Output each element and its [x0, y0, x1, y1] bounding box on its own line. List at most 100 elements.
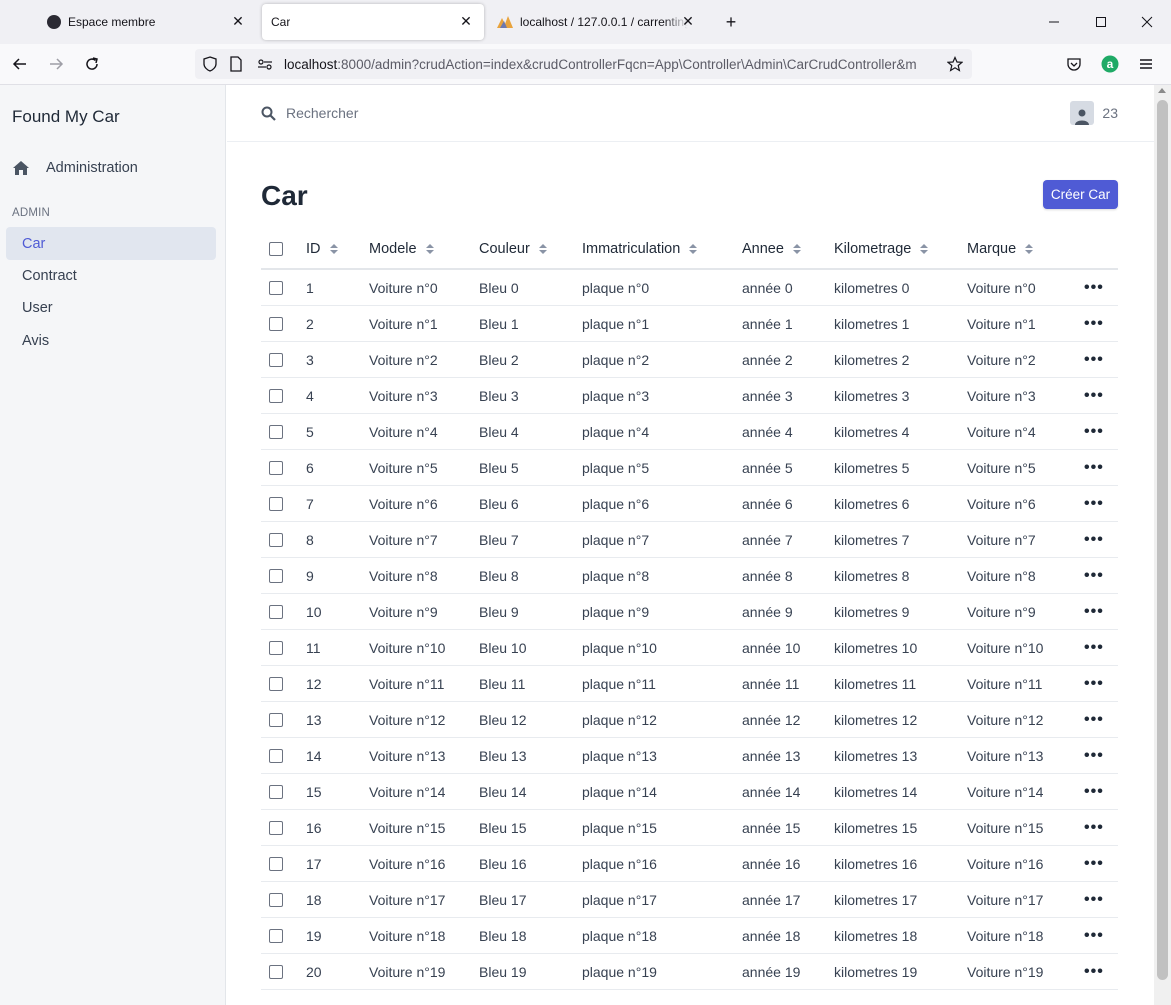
more-horizontal-icon[interactable]: •••	[1084, 594, 1104, 629]
row-checkbox[interactable]	[269, 738, 283, 773]
sidebar-item-administration[interactable]: Administration	[12, 160, 138, 176]
cell-annee: année 2	[742, 351, 793, 368]
row-checkbox[interactable]	[269, 306, 283, 341]
tab-close-icon[interactable]: ✕	[458, 13, 474, 30]
more-horizontal-icon[interactable]: •••	[1084, 882, 1104, 917]
tab-close-icon[interactable]: ✕	[680, 13, 696, 30]
row-checkbox[interactable]	[269, 882, 283, 917]
column-header-kilometrage[interactable]: Kilometrage	[834, 230, 929, 268]
more-horizontal-icon[interactable]: •••	[1084, 558, 1104, 593]
shield-icon[interactable]	[202, 56, 218, 72]
row-checkbox[interactable]	[269, 666, 283, 701]
table-row: 2 Voiture n°1 Bleu 1 plaque n°1 année 1 kilom…	[261, 306, 1118, 342]
more-horizontal-icon[interactable]: •••	[1084, 306, 1104, 341]
content-topbar: Rechercher 23	[227, 85, 1154, 142]
more-horizontal-icon[interactable]: •••	[1084, 702, 1104, 737]
window-maximize-icon[interactable]	[1089, 10, 1113, 34]
more-horizontal-icon[interactable]: •••	[1084, 846, 1104, 881]
more-horizontal-icon[interactable]: •••	[1084, 810, 1104, 845]
column-header-marque[interactable]: Marque	[967, 230, 1034, 268]
sidebar-item-label: User	[22, 299, 53, 316]
sidebar-item-avis[interactable]: Avis	[6, 324, 216, 357]
sidebar-item-car[interactable]: Car	[6, 227, 216, 260]
row-checkbox[interactable]	[269, 558, 283, 593]
reload-icon[interactable]	[80, 52, 104, 76]
window-minimize-icon[interactable]	[1042, 10, 1066, 34]
pocket-icon[interactable]	[1062, 52, 1086, 76]
extension-icon[interactable]: a	[1098, 52, 1122, 76]
create-car-button[interactable]: Créer Car	[1043, 180, 1118, 209]
back-arrow-icon[interactable]	[8, 52, 32, 76]
cell-immatriculation: plaque n°13	[582, 747, 657, 764]
browser-tab[interactable]: localhost / 127.0.0.1 / carrenting ✕	[492, 4, 706, 40]
browser-tab[interactable]: Espace membre ✕	[38, 4, 256, 40]
search-field[interactable]: Rechercher	[261, 105, 358, 121]
cell-immatriculation: plaque n°18	[582, 927, 657, 944]
new-tab-plus-icon[interactable]: +	[721, 12, 741, 32]
cell-marque: Voiture n°0	[967, 279, 1036, 296]
row-checkbox[interactable]	[269, 486, 283, 521]
more-horizontal-icon[interactable]: •••	[1084, 918, 1104, 953]
permissions-icon[interactable]	[257, 56, 273, 72]
more-horizontal-icon[interactable]: •••	[1084, 450, 1104, 485]
column-header-id[interactable]: ID	[306, 230, 338, 268]
more-horizontal-icon[interactable]: •••	[1084, 954, 1104, 989]
cell-annee: année 1	[742, 315, 793, 332]
more-horizontal-icon[interactable]: •••	[1084, 486, 1104, 521]
more-horizontal-icon[interactable]: •••	[1084, 522, 1104, 557]
url-text[interactable]: localhost:8000/admin?crudAction=index&cr…	[284, 57, 939, 72]
cell-id: 11	[306, 639, 321, 656]
page-scrollbar[interactable]	[1154, 85, 1171, 1005]
row-checkbox[interactable]	[269, 594, 283, 629]
row-checkbox[interactable]	[269, 810, 283, 845]
search-input[interactable]: Rechercher	[286, 105, 358, 121]
row-checkbox[interactable]	[269, 630, 283, 665]
row-checkbox[interactable]	[269, 378, 283, 413]
cell-couleur: Bleu 1	[479, 315, 519, 332]
sidebar-item-contract[interactable]: Contract	[6, 259, 216, 292]
brand-title[interactable]: Found My Car	[12, 107, 120, 127]
row-checkbox[interactable]	[269, 918, 283, 953]
row-checkbox[interactable]	[269, 342, 283, 377]
scroll-up-arrow-icon[interactable]	[1158, 88, 1166, 93]
sidebar-item-user[interactable]: User	[6, 291, 216, 324]
cell-kilometrage: kilometres 18	[834, 927, 918, 944]
more-horizontal-icon[interactable]: •••	[1084, 774, 1104, 809]
column-header-annee[interactable]: Annee	[742, 230, 801, 268]
window-close-icon[interactable]	[1135, 10, 1159, 34]
scrollbar-thumb[interactable]	[1157, 100, 1168, 980]
cell-id: 17	[306, 855, 322, 872]
row-checkbox[interactable]	[269, 954, 283, 989]
row-checkbox[interactable]	[269, 774, 283, 809]
page-info-icon[interactable]	[228, 56, 244, 72]
select-all-checkbox[interactable]	[269, 230, 283, 268]
more-horizontal-icon[interactable]: •••	[1084, 630, 1104, 665]
more-horizontal-icon[interactable]: •••	[1084, 270, 1104, 305]
cell-marque: Voiture n°2	[967, 351, 1036, 368]
bookmark-star-icon[interactable]	[947, 56, 963, 72]
cell-couleur: Bleu 3	[479, 387, 519, 404]
cell-annee: année 5	[742, 459, 793, 476]
row-checkbox[interactable]	[269, 450, 283, 485]
user-menu[interactable]: 23	[1070, 101, 1118, 125]
more-horizontal-icon[interactable]: •••	[1084, 342, 1104, 377]
tab-close-icon[interactable]: ✕	[230, 13, 246, 30]
menu-hamburger-icon[interactable]	[1134, 52, 1158, 76]
more-horizontal-icon[interactable]: •••	[1084, 666, 1104, 701]
more-horizontal-icon[interactable]: •••	[1084, 378, 1104, 413]
row-checkbox[interactable]	[269, 414, 283, 449]
cell-id: 18	[306, 891, 322, 908]
forward-arrow-icon[interactable]	[44, 52, 68, 76]
address-bar[interactable]: localhost:8000/admin?crudAction=index&cr…	[195, 49, 972, 79]
cell-annee: année 15	[742, 819, 801, 836]
browser-tab-active[interactable]: Car ✕	[262, 4, 484, 40]
column-header-modele[interactable]: Modele	[369, 230, 434, 268]
column-header-couleur[interactable]: Couleur	[479, 230, 547, 268]
row-checkbox[interactable]	[269, 522, 283, 557]
column-header-immatriculation[interactable]: Immatriculation	[582, 230, 698, 268]
more-horizontal-icon[interactable]: •••	[1084, 414, 1104, 449]
row-checkbox[interactable]	[269, 702, 283, 737]
row-checkbox[interactable]	[269, 270, 283, 305]
more-horizontal-icon[interactable]: •••	[1084, 738, 1104, 773]
row-checkbox[interactable]	[269, 846, 283, 881]
